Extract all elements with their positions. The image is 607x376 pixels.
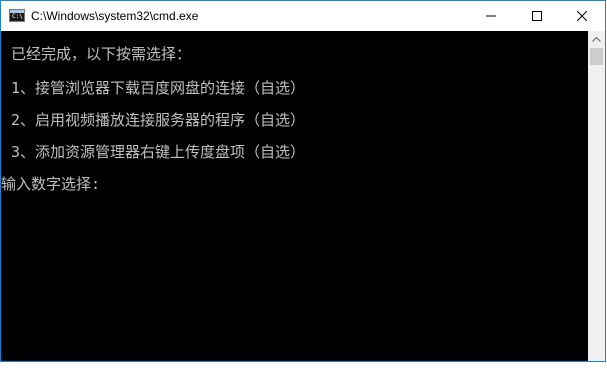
close-icon — [577, 11, 587, 21]
scroll-up-arrow-icon — [592, 37, 601, 42]
minimize-icon — [486, 15, 496, 17]
vertical-scrollbar[interactable] — [588, 31, 605, 361]
console-input-prompt[interactable]: 输入数字选择: — [1, 174, 100, 194]
scroll-thumb[interactable] — [590, 48, 603, 65]
cmd-icon-prompt: C:\ — [12, 13, 23, 20]
console-header-line: 已经完成，以下按需选择： — [11, 45, 192, 63]
window-title: C:\Windows\system32\cmd.exe — [31, 9, 199, 23]
cmd-icon[interactable]: C:\ — [9, 9, 25, 22]
cmd-window: C:\ C:\Windows\system32\cmd.exe 已经完成，以下按… — [0, 0, 606, 362]
close-button[interactable] — [559, 1, 605, 31]
maximize-icon — [532, 11, 542, 21]
scroll-up-button[interactable] — [588, 31, 605, 48]
console-option-2: 2、启用视频播放连接服务器的程序（自选） — [11, 111, 306, 129]
maximize-button[interactable] — [514, 1, 560, 31]
console-option-1: 1、接管浏览器下载百度网盘的连接（自选） — [11, 79, 306, 97]
minimize-button[interactable] — [468, 1, 514, 31]
console-option-3: 3、添加资源管理器右键上传度盘项（自选） — [11, 143, 306, 161]
title-bar[interactable]: C:\ C:\Windows\system32\cmd.exe — [1, 1, 605, 31]
console-output[interactable]: 已经完成，以下按需选择： 1、接管浏览器下载百度网盘的连接（自选） 2、启用视频… — [1, 31, 587, 361]
